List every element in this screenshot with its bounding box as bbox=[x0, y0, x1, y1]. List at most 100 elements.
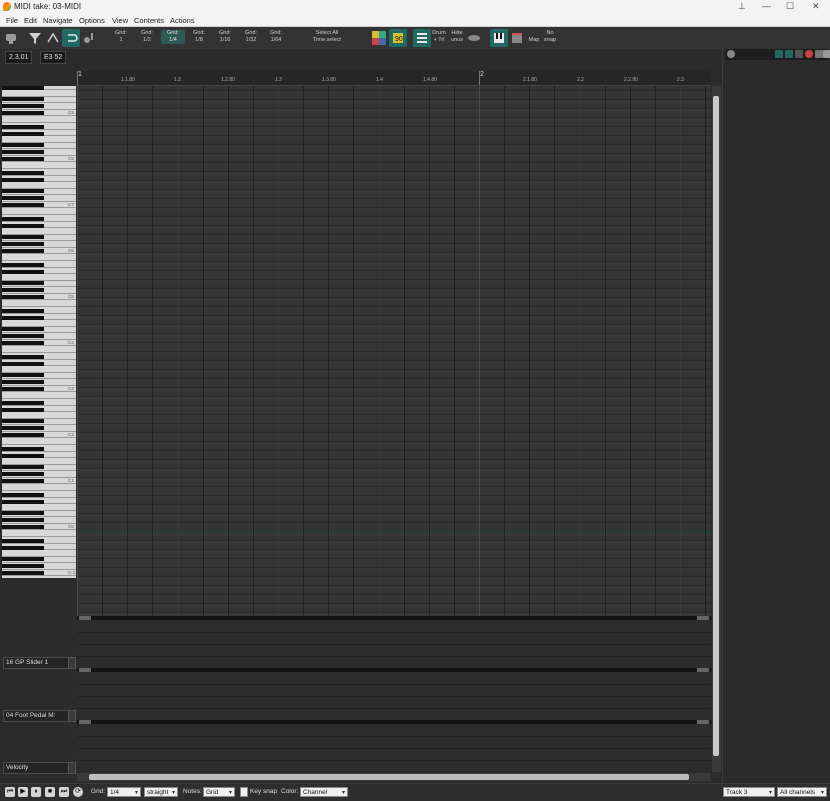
white-key[interactable] bbox=[2, 345, 76, 347]
grid-1-32-button[interactable]: Grid: 1/32 bbox=[239, 30, 263, 44]
skip-back-icon[interactable]: ⏮ bbox=[5, 787, 15, 797]
black-key[interactable] bbox=[2, 493, 44, 497]
black-key[interactable] bbox=[2, 373, 44, 377]
black-key[interactable] bbox=[2, 281, 44, 285]
black-key[interactable] bbox=[2, 433, 44, 437]
grid-1-8-button[interactable]: Grid: 1/8 bbox=[187, 30, 211, 44]
grid-1-64-button[interactable]: Grid: 1/64 bbox=[264, 30, 288, 44]
key-snap-checkbox[interactable] bbox=[240, 787, 248, 797]
white-key[interactable] bbox=[2, 522, 76, 524]
cc-lane-gp-slider[interactable] bbox=[77, 620, 711, 668]
channel-select[interactable]: All channels ▾ bbox=[777, 787, 827, 797]
black-key[interactable] bbox=[2, 217, 44, 221]
black-key[interactable] bbox=[2, 270, 44, 274]
track-select[interactable]: Track 3 ▾ bbox=[723, 787, 775, 797]
black-key[interactable] bbox=[2, 132, 44, 136]
event-properties-icon[interactable] bbox=[44, 29, 62, 47]
grid-1-2-button[interactable]: Grid: 1/2 bbox=[135, 30, 159, 44]
black-key[interactable] bbox=[2, 564, 44, 568]
black-key[interactable] bbox=[2, 125, 44, 129]
track-icon[interactable] bbox=[775, 50, 783, 58]
black-key[interactable] bbox=[2, 316, 44, 320]
menu-actions[interactable]: Actions bbox=[170, 16, 195, 25]
menu-file[interactable]: File bbox=[6, 16, 18, 25]
lane-label-gp-slider[interactable]: 16 GP Slider 1 bbox=[3, 657, 69, 669]
black-key[interactable] bbox=[2, 334, 44, 338]
black-key[interactable] bbox=[2, 500, 44, 504]
white-key[interactable] bbox=[2, 352, 76, 353]
black-key[interactable] bbox=[2, 111, 44, 115]
black-key[interactable] bbox=[2, 539, 44, 543]
black-key[interactable] bbox=[2, 249, 44, 253]
black-key[interactable] bbox=[2, 426, 44, 430]
white-key[interactable] bbox=[2, 299, 76, 301]
white-key[interactable] bbox=[2, 115, 76, 117]
black-key[interactable] bbox=[2, 171, 44, 175]
grid-type-select[interactable]: straight ▾ bbox=[144, 787, 178, 797]
white-key[interactable] bbox=[2, 483, 76, 485]
black-key[interactable] bbox=[2, 571, 44, 575]
black-key[interactable] bbox=[2, 454, 44, 458]
black-key[interactable] bbox=[2, 546, 44, 550]
black-key[interactable] bbox=[2, 224, 44, 228]
menu-navigate[interactable]: Navigate bbox=[43, 16, 73, 25]
black-key[interactable] bbox=[2, 518, 44, 522]
black-key[interactable] bbox=[2, 86, 44, 90]
black-key[interactable] bbox=[2, 465, 44, 469]
vertical-scroll-thumb[interactable] bbox=[713, 96, 719, 756]
black-key[interactable] bbox=[2, 235, 44, 239]
black-key[interactable] bbox=[2, 447, 44, 451]
record-icon[interactable] bbox=[805, 50, 813, 58]
piano-roll-icon[interactable] bbox=[490, 29, 508, 47]
black-key[interactable] bbox=[2, 557, 44, 561]
white-key[interactable] bbox=[2, 568, 76, 570]
black-key[interactable] bbox=[2, 355, 44, 359]
cc-lane-foot-pedal[interactable] bbox=[77, 672, 711, 720]
quantize-icon[interactable]: 90 bbox=[389, 29, 407, 47]
close-button[interactable]: ✕ bbox=[812, 1, 820, 12]
midi-input-icon[interactable] bbox=[2, 29, 20, 47]
vertical-scrollbar[interactable] bbox=[712, 86, 721, 772]
black-key[interactable] bbox=[2, 479, 44, 483]
play-icon[interactable]: ▶ bbox=[18, 787, 28, 797]
black-key[interactable] bbox=[2, 263, 44, 267]
timeline-ruler[interactable]: 1 2 1.1.80 1.2 1.2.80 1.3 1.3.80 1.4 1.4… bbox=[77, 71, 711, 86]
track-icon[interactable] bbox=[795, 50, 803, 58]
black-key[interactable] bbox=[2, 341, 44, 345]
white-key[interactable] bbox=[2, 476, 76, 478]
black-key[interactable] bbox=[2, 408, 44, 412]
black-key[interactable] bbox=[2, 196, 44, 200]
drum-mode-button[interactable]: Drum + Trl bbox=[430, 30, 448, 44]
white-key[interactable] bbox=[2, 338, 76, 340]
minimize-button[interactable]: — bbox=[762, 1, 771, 11]
color-icon[interactable] bbox=[370, 29, 388, 47]
black-key[interactable] bbox=[2, 327, 44, 331]
white-key[interactable] bbox=[2, 437, 76, 439]
white-key[interactable] bbox=[2, 108, 76, 110]
piano-keyboard[interactable]: C9 C8 C7 C6 C5 C4 C3 C2 C1 C0 C-1 bbox=[2, 86, 76, 578]
track-icon[interactable] bbox=[727, 50, 735, 58]
black-key[interactable] bbox=[2, 401, 44, 405]
white-key[interactable] bbox=[2, 292, 76, 294]
white-key[interactable] bbox=[2, 384, 76, 386]
black-key[interactable] bbox=[2, 157, 44, 161]
grid-1-16-button[interactable]: Grid: 1/16 bbox=[213, 30, 237, 44]
black-key[interactable] bbox=[2, 295, 44, 299]
white-key[interactable] bbox=[2, 260, 76, 261]
white-key[interactable] bbox=[2, 161, 76, 163]
menu-contents[interactable]: Contents bbox=[134, 16, 164, 25]
menu-options[interactable]: Options bbox=[79, 16, 105, 25]
lane-menu-button[interactable] bbox=[68, 762, 76, 774]
maximize-button[interactable]: ☐ bbox=[786, 1, 794, 12]
black-key[interactable] bbox=[2, 150, 44, 154]
filter-icon[interactable] bbox=[26, 29, 44, 47]
black-key[interactable] bbox=[2, 143, 44, 147]
black-key[interactable] bbox=[2, 362, 44, 366]
lane-menu-button[interactable] bbox=[68, 657, 76, 669]
note-grid[interactable] bbox=[77, 86, 711, 616]
note-shape-icon[interactable] bbox=[465, 29, 483, 47]
cc-lane-velocity[interactable] bbox=[77, 724, 711, 772]
step-input-icon[interactable] bbox=[80, 29, 98, 47]
black-key[interactable] bbox=[2, 380, 44, 384]
white-key[interactable] bbox=[2, 575, 76, 577]
